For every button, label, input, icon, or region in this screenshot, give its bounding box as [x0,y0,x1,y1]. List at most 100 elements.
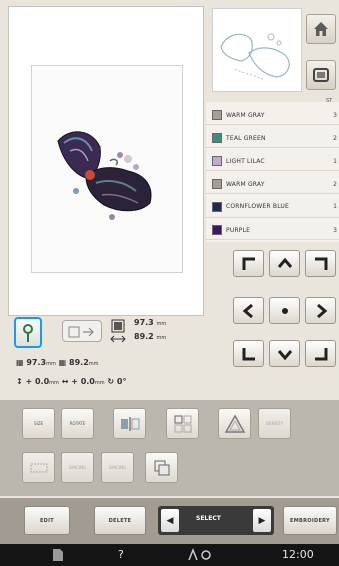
duplicate-icon [154,460,169,475]
status-bar: ? 12:00 [0,544,339,566]
select-next-button[interactable]: ▶ [253,509,271,532]
corner-down-left-icon [242,347,255,360]
select-previous-button[interactable]: ◀ [161,509,179,532]
move-up-left-button[interactable] [233,250,264,277]
position-row: ↕ + 0.0mm ↔ + 0.0mm ↻ 0° [16,377,127,386]
embroidery-button-label: EMBROIDERY [290,517,330,524]
thread-swatch [212,110,222,120]
thread-row[interactable]: CORNFLOWER BLUE 1 [206,196,339,218]
horizontal-offset-icon: ↔ [61,377,69,386]
chevron-right-icon [316,303,327,318]
move-up-button[interactable] [269,250,300,277]
help-button[interactable]: ? [118,548,124,561]
border-triangle-button[interactable] [218,408,251,439]
border-button[interactable] [22,452,55,483]
size-button[interactable]: SIZE [22,408,55,439]
thread-swatch [212,201,222,212]
move-down-right-button[interactable] [305,340,336,367]
thread-count: 2 [333,180,337,188]
spacing-alt-button[interactable]: SPACING [101,452,134,483]
design-width-readout: 97.3 mm [134,318,167,327]
rotate-button[interactable]: ROTATE [61,408,94,439]
center-button[interactable] [269,297,300,324]
thread-swatch [212,133,222,143]
embroidery-frame-button[interactable] [306,60,336,90]
density-button[interactable]: DENSITY [258,408,291,439]
thread-name: CORNFLOWER BLUE [226,203,290,210]
center-dot-icon [281,307,288,314]
spacing-button[interactable]: SPACING [61,452,94,483]
thread-row[interactable]: WARM GRAY 2 [206,175,339,194]
move-up-right-button[interactable] [305,250,336,277]
density-button-label: DENSITY [265,421,284,426]
design-preview[interactable] [8,6,204,316]
thumbnail-image [220,33,290,80]
thread-tension-icon[interactable] [186,548,212,562]
array-icon [174,415,191,432]
thread-swatch [212,179,222,189]
chevron-up-icon [277,257,292,268]
triangle-left-icon: ◀ [166,515,174,526]
corner-up-right-icon [314,257,327,270]
pin-icon [23,323,33,342]
size-icon [111,319,125,333]
thread-color-list[interactable]: WARM GRAY 3 TEAL GREEN 2 LIGHT LILAC 1 W… [206,102,339,242]
memory-icon[interactable] [52,548,64,562]
thread-swatch [212,225,222,235]
thread-row[interactable]: PURPLE 3 [206,221,339,240]
vertical-offset-icon: ↕ [16,377,23,386]
thread-count: 1 [333,203,337,210]
layout-toggle-button[interactable] [62,320,102,342]
rotation-icon: ↻ [107,377,115,386]
thread-count: 1 [333,157,337,165]
thread-row[interactable]: TEAL GREEN 2 [206,129,339,148]
vertical-size-icon: ▦ [16,358,24,367]
thread-name: WARM GRAY [226,180,265,188]
thread-row[interactable]: WARM GRAY 3 [206,106,339,125]
move-down-button[interactable] [269,340,300,367]
size-button-label: SIZE [34,421,43,426]
thread-row[interactable]: LIGHT LILAC 1 [206,152,339,171]
corner-down-right-icon [314,347,327,360]
thread-name: PURPLE [226,226,251,234]
delete-button-label: DELETE [108,517,132,524]
bottom-action-bar: EDIT DELETE ◀ SELECT ▶ EMBROIDERY [0,498,339,544]
select-group: ◀ SELECT ▶ [158,506,274,535]
corner-up-left-icon [242,257,255,270]
thread-name: TEAL GREEN [226,134,266,142]
frame-icon [313,68,329,82]
clock: 12:00 [282,548,314,561]
move-right-button[interactable] [305,297,336,324]
thread-count: 3 [333,111,337,119]
edit-button[interactable]: EDIT [24,506,70,535]
triangle-icon [224,413,245,433]
design-thumbnail [212,8,302,92]
layout-icon [68,326,94,338]
rotate-button-label: ROTATE [69,421,86,426]
delete-button[interactable]: DELETE [94,506,146,535]
duplicate-button[interactable] [145,452,178,483]
spacing-button-label: SPACING [68,465,87,470]
mirror-button[interactable] [113,408,146,439]
needle-position-button[interactable] [14,317,42,348]
horizontal-size-icon: ▦ [58,358,67,367]
select-label: SELECT [196,515,221,522]
move-down-left-button[interactable] [233,340,264,367]
thread-name: WARM GRAY [226,111,265,119]
edit-button-panel: SIZE ROTATE DENSITY SPACING SPACING [0,400,339,496]
chevron-down-icon [277,349,292,360]
home-button[interactable] [306,14,336,44]
thread-count: 3 [333,226,337,234]
mirror-icon [120,416,139,431]
embroidery-button[interactable]: EMBROIDERY [283,506,337,535]
move-left-button[interactable] [233,297,264,324]
edit-button-label: EDIT [39,517,55,524]
array-button[interactable] [166,408,199,439]
border-icon [30,463,47,472]
home-icon [314,22,328,36]
width-arrow-icon [110,335,126,343]
thread-count: 2 [333,134,337,142]
field-size-row: ▦ 97.3mm ▦ 89.2mm [16,358,99,367]
spacing-alt-button-label: SPACING [108,465,127,470]
thread-name: LIGHT LILAC [226,157,265,165]
